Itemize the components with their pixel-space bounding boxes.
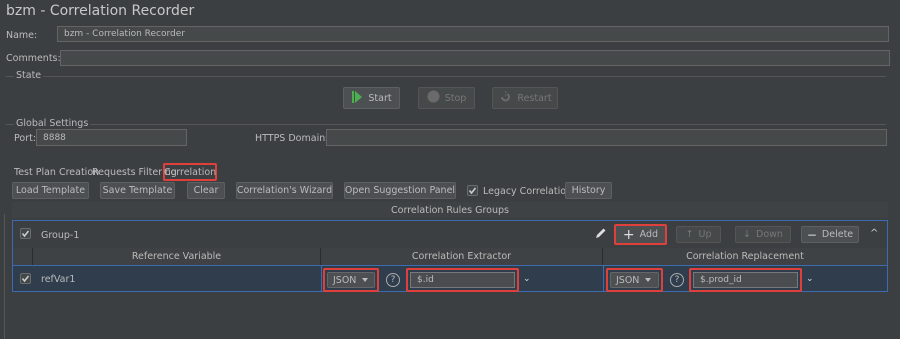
replacement-type-select[interactable]: JSON	[610, 272, 659, 288]
replacement-type-value: JSON	[616, 274, 640, 286]
check-icon	[21, 230, 30, 238]
stop-label: Stop	[444, 92, 467, 104]
check-icon	[468, 187, 477, 195]
add-label: Add	[639, 229, 659, 240]
restart-icon	[498, 90, 512, 106]
start-label: Start	[368, 92, 392, 104]
port-label: Port:	[14, 133, 37, 144]
legacy-correlation-checkbox[interactable]	[467, 185, 478, 196]
expand-chevron-icon[interactable]: ⌄	[806, 274, 814, 284]
global-settings-divider	[6, 124, 886, 125]
rules-groups-heading: Correlation Rules Groups	[391, 204, 509, 216]
tab-correlation[interactable]: Correlation	[163, 163, 217, 181]
port-field[interactable]: 8888	[36, 129, 187, 146]
delete-label: Delete	[821, 229, 854, 240]
panel-edge	[4, 214, 5, 339]
state-divider	[6, 76, 886, 77]
expand-chevron-icon[interactable]: ⌄	[523, 274, 531, 284]
start-button[interactable]: Start	[343, 87, 400, 109]
help-icon[interactable]: ?	[386, 273, 400, 287]
arrow-down-icon: ↓	[743, 229, 752, 240]
arrow-up-icon: ↑	[685, 229, 694, 240]
window-title: bzm - Correlation Recorder	[6, 3, 195, 19]
name-label: Name:	[6, 30, 38, 41]
dropdown-arrow-icon	[645, 278, 652, 282]
delete-button[interactable]: − Delete	[801, 226, 859, 243]
extractor-type-value: JSON	[333, 274, 357, 286]
up-label: Up	[698, 229, 712, 240]
stop-icon	[427, 90, 440, 106]
restart-label: Restart	[517, 92, 552, 104]
extractor-expression-input[interactable]: $.id	[410, 272, 515, 288]
name-field[interactable]: bzm - Correlation Recorder	[57, 26, 889, 42]
replacement-expression-input[interactable]: $.prod_id	[693, 272, 798, 288]
column-correlation-replacement: Correlation Replacement	[603, 248, 887, 265]
open-suggestion-panel-button[interactable]: Open Suggestion Panel	[344, 182, 456, 199]
column-reference-variable: Reference Variable	[33, 248, 321, 265]
group-enabled-checkbox[interactable]	[20, 228, 31, 239]
comments-field[interactable]	[60, 50, 890, 66]
history-button[interactable]: History	[565, 182, 612, 199]
plus-icon: +	[622, 226, 635, 243]
dropdown-arrow-icon	[362, 278, 369, 282]
load-template-button[interactable]: Load Template	[12, 182, 89, 199]
minus-icon: −	[806, 227, 817, 242]
correlation-wizard-button[interactable]: Correlation's Wizard	[236, 182, 333, 199]
rule-enabled-checkbox[interactable]	[20, 273, 31, 284]
legacy-correlation-label: Legacy Correlation	[483, 186, 573, 197]
reference-variable-value[interactable]: refVar1	[41, 274, 75, 285]
start-icon	[351, 90, 363, 107]
save-template-button[interactable]: Save Template	[100, 182, 175, 199]
column-correlation-extractor: Correlation Extractor	[321, 248, 603, 265]
rules-groups-header: Correlation Rules Groups	[12, 202, 888, 218]
add-button[interactable]: + Add	[614, 224, 667, 245]
https-domains-field[interactable]	[326, 129, 887, 146]
clear-button[interactable]: Clear	[187, 182, 225, 199]
restart-button[interactable]: Restart	[492, 87, 558, 109]
help-icon[interactable]: ?	[670, 273, 684, 287]
down-button[interactable]: ↓ Down	[735, 226, 791, 243]
extractor-type-select[interactable]: JSON	[327, 272, 375, 288]
check-icon	[21, 275, 30, 283]
stop-button[interactable]: Stop	[418, 87, 475, 109]
global-settings-heading: Global Settings	[14, 118, 91, 129]
group-name[interactable]: Group-1	[41, 230, 79, 241]
column-divider	[321, 266, 322, 291]
tab-test-plan-creation[interactable]: Test Plan Creation	[14, 167, 99, 178]
collapse-chevron-icon[interactable]: ^	[870, 228, 878, 239]
down-label: Down	[756, 229, 783, 240]
comments-label: Comments:	[6, 53, 61, 64]
column-divider	[603, 266, 604, 291]
https-domains-label: HTTPS Domains:	[255, 133, 334, 144]
edit-pencil-icon[interactable]	[595, 227, 607, 242]
state-heading: State	[14, 70, 44, 81]
up-button[interactable]: ↑ Up	[676, 226, 721, 243]
header-checkbox-col	[13, 248, 33, 265]
